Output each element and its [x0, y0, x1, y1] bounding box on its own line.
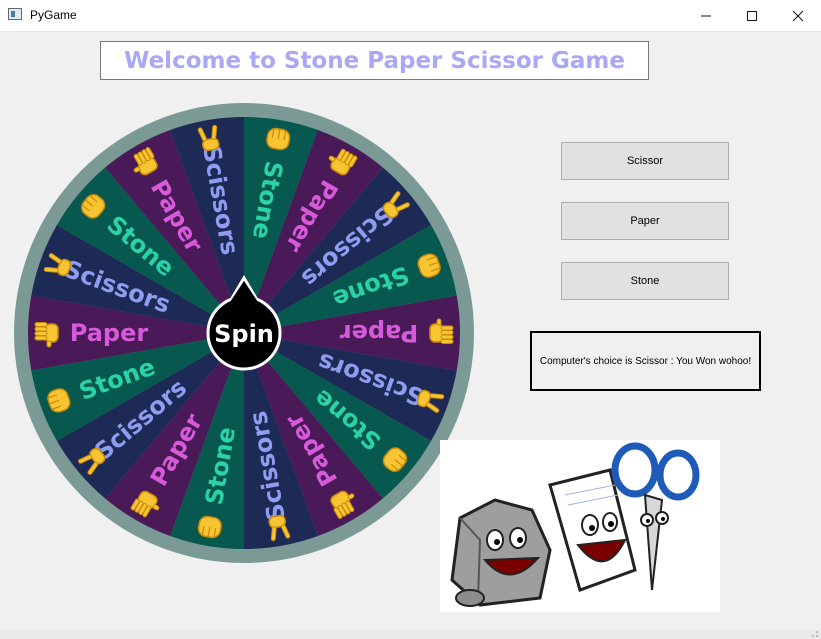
result-message-box: Computer's choice is Scissor : You Won w…	[530, 331, 761, 391]
wheel-label-paper: Paper	[70, 319, 149, 347]
stone-paper-scissors-illustration	[440, 440, 720, 612]
fist-icon	[197, 515, 222, 539]
close-icon	[792, 10, 804, 21]
fist-icon	[266, 127, 291, 151]
maximize-button[interactable]	[729, 0, 775, 31]
paper-button[interactable]: Paper	[561, 202, 729, 240]
status-strip	[0, 630, 821, 639]
page-title: Welcome to Stone Paper Scissor Game	[124, 47, 625, 74]
minimize-icon	[701, 15, 711, 16]
welcome-banner: Welcome to Stone Paper Scissor Game	[100, 41, 649, 80]
spin-label: Spin	[214, 320, 274, 348]
resize-grip-icon[interactable]	[811, 630, 819, 638]
stone-button[interactable]: Stone	[561, 262, 729, 300]
scissor-button[interactable]: Scissor	[561, 142, 729, 180]
window-title: PyGame	[30, 8, 77, 22]
spin-wheel[interactable]: PaperScissorsStonePaperScissors StonePape…	[14, 103, 474, 563]
close-button[interactable]	[775, 0, 821, 31]
wheel-label-paper: Paper	[340, 319, 419, 347]
minimize-button[interactable]	[683, 0, 729, 31]
title-bar: PyGame	[0, 0, 821, 32]
result-message: Computer's choice is Scissor : You Won w…	[539, 355, 752, 367]
maximize-icon	[747, 10, 757, 21]
app-window-icon	[8, 8, 22, 20]
